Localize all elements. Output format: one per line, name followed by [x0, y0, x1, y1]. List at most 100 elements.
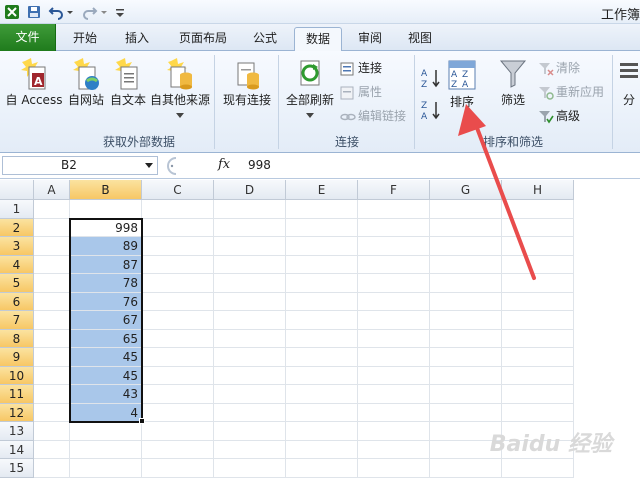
tab-home[interactable]: 开始 — [62, 27, 108, 51]
formula-bar-handle-icon[interactable] — [162, 157, 186, 175]
advanced-button[interactable]: 高级 — [538, 107, 580, 125]
tab-view[interactable]: 视图 — [398, 27, 442, 51]
cell-a1[interactable] — [34, 200, 70, 219]
cell-h8[interactable] — [502, 329, 574, 348]
tab-insert[interactable]: 插入 — [114, 27, 160, 51]
cell-b8[interactable]: 65 — [70, 329, 142, 348]
from-web-button[interactable]: 自网站 — [62, 57, 110, 108]
cell-c9[interactable] — [142, 348, 214, 367]
cell-e13[interactable] — [286, 422, 358, 441]
cell-e15[interactable] — [286, 459, 358, 478]
name-box[interactable]: B2 — [2, 156, 158, 175]
cell-e1[interactable] — [286, 200, 358, 219]
cell-b3[interactable]: 89 — [70, 237, 142, 256]
row-header-6[interactable]: 6 — [0, 292, 34, 311]
cell-g1[interactable] — [430, 200, 502, 219]
cell-e8[interactable] — [286, 329, 358, 348]
redo-icon[interactable] — [82, 4, 98, 20]
cell-h1[interactable] — [502, 200, 574, 219]
properties-button[interactable]: 属性 — [340, 83, 382, 101]
cell-f13[interactable] — [358, 422, 430, 441]
cell-b2[interactable]: 998 — [70, 218, 142, 237]
reapply-button[interactable]: 重新应用 — [538, 83, 604, 101]
cell-d4[interactable] — [214, 255, 286, 274]
cell-c4[interactable] — [142, 255, 214, 274]
cell-b4[interactable]: 87 — [70, 255, 142, 274]
row-header-2[interactable]: 2 — [0, 218, 34, 237]
cell-h12[interactable] — [502, 403, 574, 422]
refresh-all-button[interactable]: 全部刷新 — [282, 57, 338, 122]
cell-d6[interactable] — [214, 292, 286, 311]
row-header-10[interactable]: 10 — [0, 366, 34, 385]
cell-f14[interactable] — [358, 440, 430, 459]
cell-g2[interactable] — [430, 218, 502, 237]
cell-b12[interactable]: 4 — [70, 403, 142, 422]
column-header-f[interactable]: F — [358, 180, 430, 200]
cell-a15[interactable] — [34, 459, 70, 478]
filter-button[interactable]: 筛选 — [492, 57, 534, 108]
from-other-sources-button[interactable]: 自其他来源 — [148, 57, 212, 122]
cell-e3[interactable] — [286, 237, 358, 256]
row-header-9[interactable]: 9 — [0, 348, 34, 367]
sort-z-to-a-button[interactable]: Z A — [420, 99, 442, 124]
cell-g5[interactable] — [430, 274, 502, 293]
cell-h6[interactable] — [502, 292, 574, 311]
cell-c8[interactable] — [142, 329, 214, 348]
select-all-corner[interactable] — [0, 180, 34, 200]
cell-f4[interactable] — [358, 255, 430, 274]
cell-f12[interactable] — [358, 403, 430, 422]
row-header-1[interactable]: 1 — [0, 200, 34, 219]
cell-a3[interactable] — [34, 237, 70, 256]
row-header-12[interactable]: 12 — [0, 403, 34, 422]
clear-button[interactable]: 清除 — [538, 59, 580, 77]
cell-f15[interactable] — [358, 459, 430, 478]
cell-b5[interactable]: 78 — [70, 274, 142, 293]
cell-f3[interactable] — [358, 237, 430, 256]
cell-a8[interactable] — [34, 329, 70, 348]
row-header-11[interactable]: 11 — [0, 385, 34, 404]
from-access-button[interactable]: A 自 Access — [4, 57, 64, 108]
column-header-e[interactable]: E — [286, 180, 358, 200]
edit-links-button[interactable]: 编辑链接 — [340, 107, 406, 125]
cell-a9[interactable] — [34, 348, 70, 367]
cell-g4[interactable] — [430, 255, 502, 274]
cell-g12[interactable] — [430, 403, 502, 422]
cell-f7[interactable] — [358, 311, 430, 330]
cell-h4[interactable] — [502, 255, 574, 274]
cell-h7[interactable] — [502, 311, 574, 330]
cell-c11[interactable] — [142, 385, 214, 404]
cell-a11[interactable] — [34, 385, 70, 404]
cell-a13[interactable] — [34, 422, 70, 441]
cell-d12[interactable] — [214, 403, 286, 422]
cell-g10[interactable] — [430, 366, 502, 385]
from-text-button[interactable]: 自文本 — [106, 57, 150, 108]
tab-data[interactable]: 数据 — [294, 27, 342, 52]
cell-c3[interactable] — [142, 237, 214, 256]
cell-b9[interactable]: 45 — [70, 348, 142, 367]
cell-c14[interactable] — [142, 440, 214, 459]
cell-e4[interactable] — [286, 255, 358, 274]
tab-file[interactable]: 文件 — [0, 24, 56, 51]
cell-c10[interactable] — [142, 366, 214, 385]
row-header-5[interactable]: 5 — [0, 274, 34, 293]
cell-a10[interactable] — [34, 366, 70, 385]
cell-f1[interactable] — [358, 200, 430, 219]
cell-e5[interactable] — [286, 274, 358, 293]
sort-button[interactable]: A Z Z A 排序 — [444, 59, 480, 110]
cell-e9[interactable] — [286, 348, 358, 367]
cell-e2[interactable] — [286, 218, 358, 237]
fill-handle[interactable] — [139, 418, 145, 424]
connections-button[interactable]: 连接 — [340, 59, 382, 77]
cell-b10[interactable]: 45 — [70, 366, 142, 385]
cell-b11[interactable]: 43 — [70, 385, 142, 404]
insert-function-icon[interactable]: fx — [218, 157, 230, 172]
cell-b13[interactable] — [70, 422, 142, 441]
cell-f6[interactable] — [358, 292, 430, 311]
undo-dropdown-icon[interactable] — [66, 4, 74, 20]
row-header-8[interactable]: 8 — [0, 329, 34, 348]
cell-e12[interactable] — [286, 403, 358, 422]
sort-a-to-z-button[interactable]: A Z — [420, 67, 442, 92]
cell-a4[interactable] — [34, 255, 70, 274]
cell-c13[interactable] — [142, 422, 214, 441]
split-button[interactable]: 分 — [618, 57, 640, 108]
